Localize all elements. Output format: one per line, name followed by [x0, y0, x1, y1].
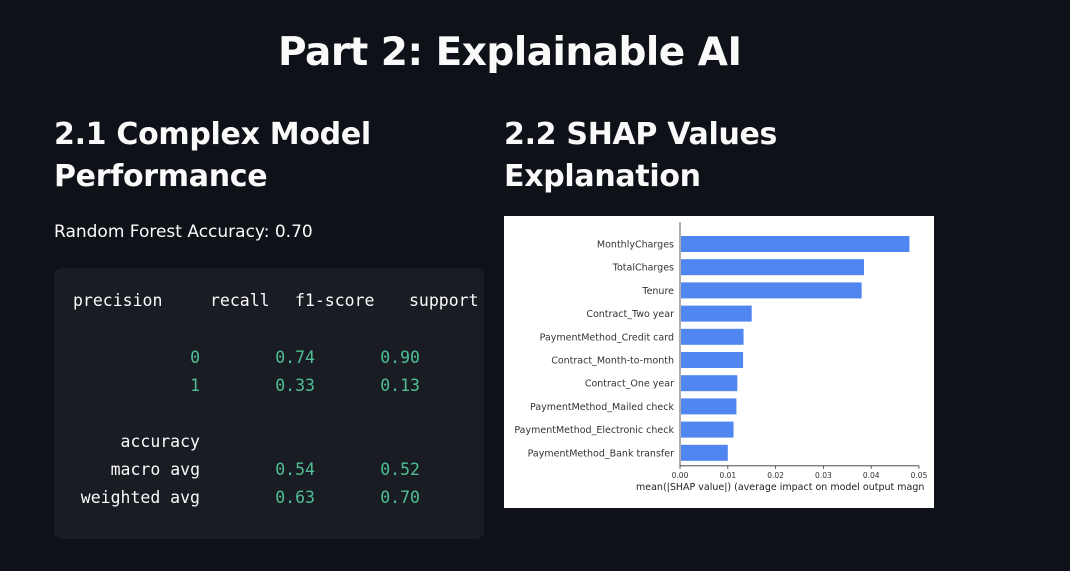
shap-bar [681, 444, 728, 461]
y-tick-label: PaymentMethod_Mailed check [530, 402, 674, 413]
report-row-label: 0 [190, 348, 200, 367]
report-cell-recall: 0.90 [380, 348, 420, 367]
y-tick-label: PaymentMethod_Bank transfer [528, 448, 674, 459]
report-cell-precision: 0.33 [275, 376, 315, 395]
y-tick-label: Contract_One year [585, 379, 674, 390]
report-cell-recall: 0.13 [380, 376, 420, 395]
report-row-label: macro avg [110, 460, 200, 479]
shap-bar [681, 236, 910, 252]
classification-report-code-block[interactable]: precision recall f1-score support 0 0.74 0.90 1… [54, 268, 484, 539]
shap-bar [681, 352, 744, 368]
x-tick-label: 0.04 [863, 471, 880, 480]
y-tick-label: PaymentMethod_Credit card [540, 332, 674, 343]
report-header-recall: recall [210, 291, 270, 310]
report-cell-recall: 0.52 [380, 460, 420, 479]
x-tick-label: 0.05 [911, 471, 928, 480]
shap-bar [681, 421, 734, 438]
report-cell-precision: 0.63 [275, 488, 315, 507]
shap-bar [681, 398, 737, 415]
x-tick-label: 0.02 [767, 471, 784, 480]
section-heading-shap: 2.2 SHAP Values Explanation [504, 117, 778, 194]
x-tick-label: 0.03 [815, 471, 832, 480]
y-tick-label: MonthlyCharges [597, 240, 674, 251]
y-tick-label: Contract_Two year [586, 309, 674, 320]
shap-bar [681, 328, 744, 345]
shap-bar [681, 305, 752, 322]
shap-bar [681, 282, 862, 299]
y-tick-label: Contract_Month-to-month [551, 356, 674, 367]
report-cell-precision: 0.74 [275, 348, 315, 367]
shap-bar-chart: MonthlyCharges TotalCharges Tenure Contract… [504, 216, 934, 508]
y-tick-label: Tenure [641, 286, 674, 297]
report-cell-precision: 0.54 [275, 460, 315, 479]
report-header-precision: precision [73, 291, 163, 310]
y-tick-label: PaymentMethod_Electronic check [514, 425, 674, 436]
x-tick-label: 0.01 [719, 471, 736, 480]
report-cell-recall: 0.70 [380, 488, 420, 507]
accuracy-text: Random Forest Accuracy: 0.70 [54, 222, 313, 242]
page-title: Part 2: Explainable AI [278, 30, 742, 75]
report-row-label: accuracy [120, 432, 200, 451]
x-axis-label: mean(|SHAP value|) (average impact on mo… [636, 482, 924, 493]
shap-chart-svg: MonthlyCharges TotalCharges Tenure Contract… [514, 222, 928, 493]
shap-bar [681, 259, 865, 276]
shap-bar [681, 375, 738, 392]
report-header-f1-score: f1-score [295, 291, 375, 310]
page: Part 2: Explainable AI 2.1 Complex Model… [0, 0, 1070, 571]
y-tick-label: TotalCharges [612, 263, 674, 274]
report-row-label: 1 [190, 376, 200, 395]
report-row-label: weighted avg [80, 488, 200, 507]
report-header-support: support [409, 291, 479, 310]
x-tick-label: 0.00 [672, 471, 689, 480]
section-heading-model-performance: 2.1 Complex Model Performance [54, 117, 371, 194]
